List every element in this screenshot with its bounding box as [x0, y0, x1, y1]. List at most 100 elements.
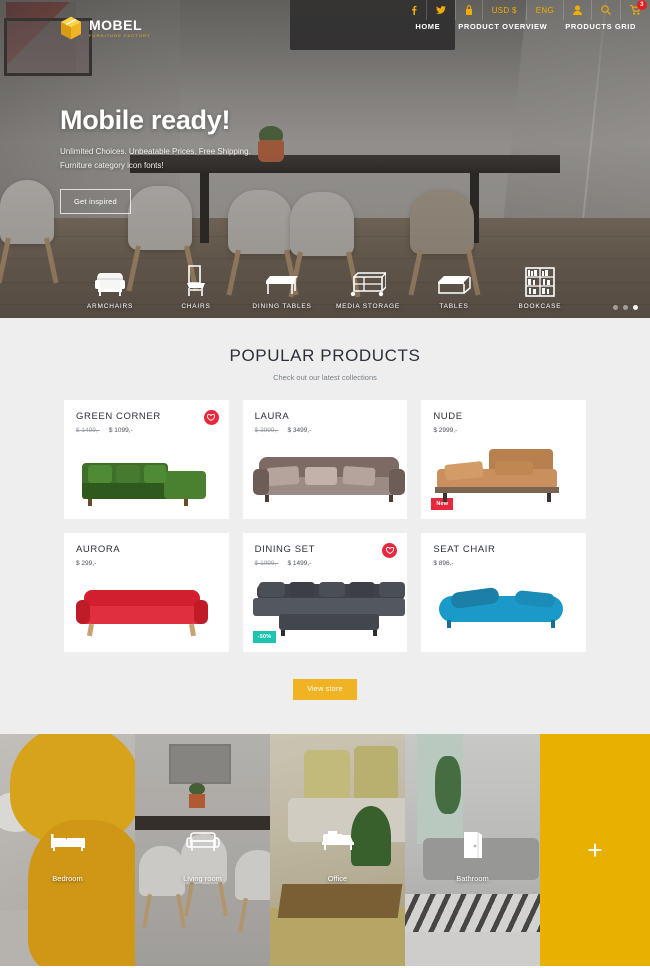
lock-icon[interactable] — [454, 0, 482, 20]
top-utility-bar: USD $ ENG 3 — [402, 0, 650, 20]
product-title: LAURA — [254, 411, 290, 422]
room-label: Office — [327, 874, 348, 883]
product-title: GREEN CORNER — [76, 411, 161, 422]
bookcase-icon — [525, 263, 555, 297]
view-store-button[interactable]: View store — [293, 679, 357, 700]
sofa-icon — [185, 830, 221, 859]
room-label: Bedroom — [52, 874, 83, 883]
bed-icon — [50, 830, 85, 857]
category-label: MEDIA STORAGE — [335, 303, 401, 310]
cube-icon — [60, 16, 82, 40]
nav-item-products-grid[interactable]: PRODUCTS GRID — [565, 22, 636, 31]
hero-banner: USD $ ENG 3 MOBEL FURNITURE FACTORY HOME… — [0, 0, 650, 318]
category-label: ARMCHAIRS — [86, 303, 134, 310]
brand-name: MOBEL — [89, 17, 143, 33]
product-prices: $ 299,- — [76, 560, 217, 567]
product-price-current: $ 299,- — [76, 560, 97, 567]
category-tables[interactable]: TABLES — [418, 263, 490, 310]
product-price-current: $ 3499,- — [287, 427, 312, 434]
product-image — [421, 443, 586, 515]
category-label: CHAIRS — [181, 303, 211, 310]
wishlist-heart-icon[interactable] — [203, 410, 219, 425]
slider-dots — [613, 305, 638, 310]
get-inspired-button[interactable]: Get inspired — [60, 189, 131, 214]
dining-table-icon — [264, 263, 300, 297]
category-label: TABLES — [439, 303, 469, 310]
slider-dot-1[interactable] — [613, 305, 618, 310]
product-card-nude[interactable]: NUDE $ 2999,- New — [421, 400, 586, 519]
room-card-bedroom[interactable]: Bedroom — [0, 734, 135, 966]
category-strip: ARMCHAIRS CHAIRS DINING TABLES MEDIA STO… — [0, 263, 650, 310]
hero-content: Mobile ready! Unlimited Choices. Unbeata… — [60, 105, 251, 214]
product-card-aurora[interactable]: AURORA $ 299,- — [64, 533, 229, 652]
product-price-old: $ 1499,- — [76, 427, 100, 434]
product-card-seat-chair[interactable]: SEAT CHAIR $ 896,- — [421, 533, 586, 652]
facebook-icon[interactable] — [402, 0, 426, 20]
product-prices: $ 896,- — [433, 560, 574, 567]
product-prices: $ 3999,- $ 3499,- — [255, 427, 396, 434]
brand-logo[interactable]: MOBEL FURNITURE FACTORY — [60, 16, 151, 40]
more-rooms-button[interactable]: + — [540, 734, 650, 966]
product-prices: $ 1499,- $ 1099,- — [76, 427, 217, 434]
product-image — [421, 576, 586, 648]
room-label: Living room — [183, 874, 222, 883]
room-categories-section: Bedroom Living room Office Bathroom + — [0, 734, 650, 966]
nav-item-home[interactable]: HOME — [415, 22, 440, 31]
wishlist-heart-icon[interactable] — [382, 543, 398, 558]
category-armchairs[interactable]: ARMCHAIRS — [74, 263, 146, 310]
product-grid: GREEN CORNER $ 1499,- $ 1099,- LAURA $ 3… — [0, 400, 650, 652]
product-title: SEAT CHAIR — [433, 544, 496, 555]
category-label: DINING TABLES — [252, 303, 312, 310]
desk-icon — [321, 830, 355, 857]
product-image — [243, 576, 408, 648]
slider-dot-3[interactable] — [633, 305, 638, 310]
language-selector[interactable]: ENG — [525, 0, 563, 20]
account-icon[interactable] — [563, 0, 591, 20]
brand-text: MOBEL FURNITURE FACTORY — [89, 18, 151, 38]
hero-subtitle-line1: Unlimited Choices. Unbeatable Prices. Fr… — [60, 147, 251, 156]
product-image — [64, 576, 229, 648]
product-card-green-corner[interactable]: GREEN CORNER $ 1499,- $ 1099,- — [64, 400, 229, 519]
product-price-current: $ 1099,- — [108, 427, 133, 434]
section-subtitle: Check out our latest collections — [273, 373, 377, 382]
product-prices: $ 1999,- $ 1499,- — [255, 560, 396, 567]
category-bookcase[interactable]: BOOKCASE — [504, 263, 576, 310]
product-price-current: $ 2999,- — [433, 427, 458, 434]
main-nav: HOME PRODUCT OVERVIEW PRODUCTS GRID — [415, 22, 636, 31]
brand-tagline: FURNITURE FACTORY — [89, 33, 151, 38]
currency-selector[interactable]: USD $ — [481, 0, 526, 20]
product-price-old: $ 3999,- — [254, 427, 279, 434]
view-store-wrap: View store — [0, 678, 650, 700]
product-title: DINING SET — [254, 544, 316, 555]
chair-icon — [183, 263, 209, 297]
product-price-current: $ 1499,- — [287, 560, 312, 567]
room-card-living-room[interactable]: Living room — [135, 734, 270, 966]
search-icon[interactable] — [591, 0, 620, 20]
armchair-icon — [93, 263, 127, 297]
page-root: USD $ ENG 3 MOBEL FURNITURE FACTORY HOME… — [0, 0, 650, 968]
product-title: NUDE — [433, 411, 463, 422]
hero-subtitle: Unlimited Choices. Unbeatable Prices. Fr… — [60, 145, 251, 173]
twitter-icon[interactable] — [425, 0, 455, 20]
popular-products-section: POPULAR PRODUCTS Check out our latest co… — [0, 318, 650, 734]
slider-dot-2[interactable] — [623, 305, 628, 310]
room-card-office[interactable]: Office — [270, 734, 405, 966]
room-card-bathroom[interactable]: Bathroom — [405, 734, 540, 966]
hero-title: Mobile ready! — [60, 105, 231, 135]
product-image — [64, 443, 229, 515]
product-card-laura[interactable]: LAURA $ 3999,- $ 3499,- — [242, 400, 408, 519]
cart-count-badge: 3 — [637, 0, 647, 10]
category-media-storage[interactable]: MEDIA STORAGE — [332, 263, 404, 310]
category-chairs[interactable]: CHAIRS — [160, 263, 232, 310]
shower-door-icon — [462, 830, 484, 865]
product-prices: $ 2999,- — [433, 427, 574, 434]
product-price-current: $ 896,- — [433, 560, 454, 567]
table-icon — [436, 263, 472, 297]
product-card-dining-set[interactable]: DINING SET $ 1999,- $ 1499,- -50% — [242, 533, 408, 652]
cart-icon[interactable]: 3 — [620, 0, 650, 20]
room-label: Bathroom — [456, 874, 489, 883]
nav-item-product-overview[interactable]: PRODUCT OVERVIEW — [458, 22, 547, 31]
media-storage-icon — [350, 263, 386, 297]
hero-subtitle-line2: Furniture category icon fonts! — [60, 161, 164, 170]
category-dining-tables[interactable]: DINING TABLES — [246, 263, 318, 310]
